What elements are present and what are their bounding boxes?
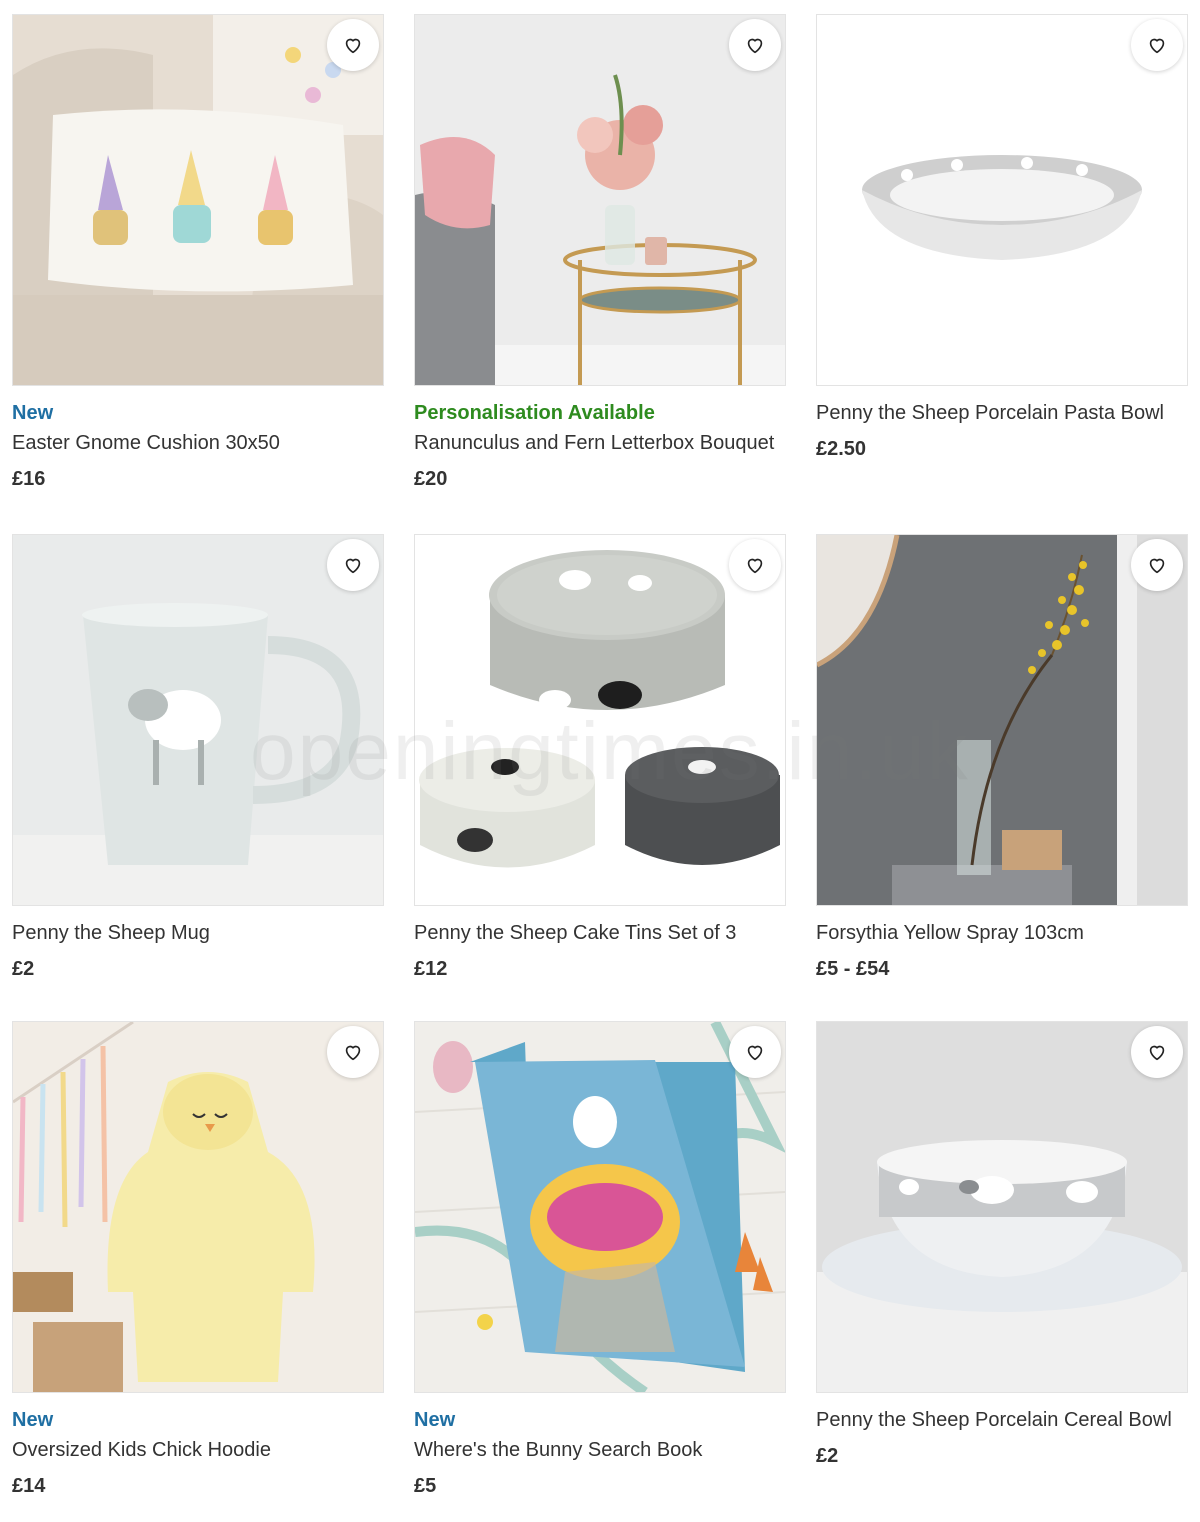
- product-badge: New: [414, 1409, 456, 1431]
- cake-tins-image: [415, 535, 785, 905]
- product-image[interactable]: [816, 534, 1188, 906]
- product-price: £2: [816, 1445, 839, 1467]
- product-price: £12: [414, 958, 448, 980]
- product-price: £5 - £54: [816, 958, 890, 980]
- product-card[interactable]: New Oversized Kids Chick Hoodie £14: [12, 1021, 384, 1499]
- heart-outline-icon: [1149, 38, 1165, 54]
- bouquet-image: [415, 15, 785, 385]
- pasta-bowl-image: [817, 15, 1187, 385]
- heart-outline-icon: [345, 1045, 361, 1061]
- product-price: £2: [12, 958, 35, 980]
- product-title[interactable]: Oversized Kids Chick Hoodie: [12, 1437, 384, 1463]
- product-card[interactable]: Personalisation Available Ranunculus and…: [414, 14, 786, 492]
- chick-hoodie-image: [13, 1022, 383, 1392]
- product-image[interactable]: [816, 1021, 1188, 1393]
- favourite-button[interactable]: [729, 539, 781, 591]
- product-badge: New: [12, 1409, 54, 1431]
- product-title[interactable]: Penny the Sheep Mug: [12, 920, 384, 946]
- forsythia-image: [817, 535, 1187, 905]
- heart-outline-icon: [1149, 558, 1165, 574]
- heart-outline-icon: [1149, 1045, 1165, 1061]
- product-image[interactable]: [12, 14, 384, 386]
- product-title[interactable]: Easter Gnome Cushion 30x50: [12, 430, 384, 456]
- product-card[interactable]: Forsythia Yellow Spray 103cm £5 - £54: [816, 534, 1188, 982]
- product-title[interactable]: Where's the Bunny Search Book: [414, 1437, 786, 1463]
- product-image[interactable]: [414, 534, 786, 906]
- heart-outline-icon: [747, 38, 763, 54]
- favourite-button[interactable]: [1131, 19, 1183, 71]
- product-image[interactable]: [12, 1021, 384, 1393]
- favourite-button[interactable]: [327, 19, 379, 71]
- product-price: £16: [12, 468, 46, 490]
- product-title[interactable]: Penny the Sheep Porcelain Cereal Bowl: [816, 1407, 1188, 1433]
- product-price: £20: [414, 468, 448, 490]
- favourite-button[interactable]: [327, 1026, 379, 1078]
- product-title[interactable]: Ranunculus and Fern Letterbox Bouquet: [414, 430, 786, 456]
- product-title[interactable]: Penny the Sheep Cake Tins Set of 3: [414, 920, 786, 946]
- favourite-button[interactable]: [1131, 539, 1183, 591]
- product-image[interactable]: [414, 1021, 786, 1393]
- product-badge: New: [12, 402, 54, 424]
- favourite-button[interactable]: [327, 539, 379, 591]
- product-badge: Personalisation Available: [414, 402, 655, 424]
- product-image[interactable]: [816, 14, 1188, 386]
- favourite-button[interactable]: [729, 19, 781, 71]
- heart-outline-icon: [747, 558, 763, 574]
- heart-outline-icon: [747, 1045, 763, 1061]
- product-card[interactable]: Penny the Sheep Mug £2: [12, 534, 384, 982]
- bunny-book-image: [415, 1022, 785, 1392]
- product-card[interactable]: New Where's the Bunny Search Book £5: [414, 1021, 786, 1499]
- product-price: £5: [414, 1475, 437, 1497]
- product-image[interactable]: [12, 534, 384, 906]
- favourite-button[interactable]: [1131, 1026, 1183, 1078]
- product-title[interactable]: Penny the Sheep Porcelain Pasta Bowl: [816, 400, 1188, 426]
- product-title[interactable]: Forsythia Yellow Spray 103cm: [816, 920, 1188, 946]
- heart-outline-icon: [345, 38, 361, 54]
- product-card[interactable]: Penny the Sheep Porcelain Cereal Bowl £2: [816, 1021, 1188, 1469]
- cereal-bowl-image: [817, 1022, 1187, 1392]
- product-card[interactable]: New Easter Gnome Cushion 30x50 £16: [12, 14, 384, 492]
- product-price: £2.50: [816, 438, 867, 460]
- favourite-button[interactable]: [729, 1026, 781, 1078]
- product-image[interactable]: [414, 14, 786, 386]
- product-price: £14: [12, 1475, 46, 1497]
- sheep-mug-image: [13, 535, 383, 905]
- gnome-cushion-image: [13, 15, 383, 385]
- product-card[interactable]: Penny the Sheep Porcelain Pasta Bowl £2.…: [816, 14, 1188, 462]
- heart-outline-icon: [345, 558, 361, 574]
- product-card[interactable]: Penny the Sheep Cake Tins Set of 3 £12: [414, 534, 786, 982]
